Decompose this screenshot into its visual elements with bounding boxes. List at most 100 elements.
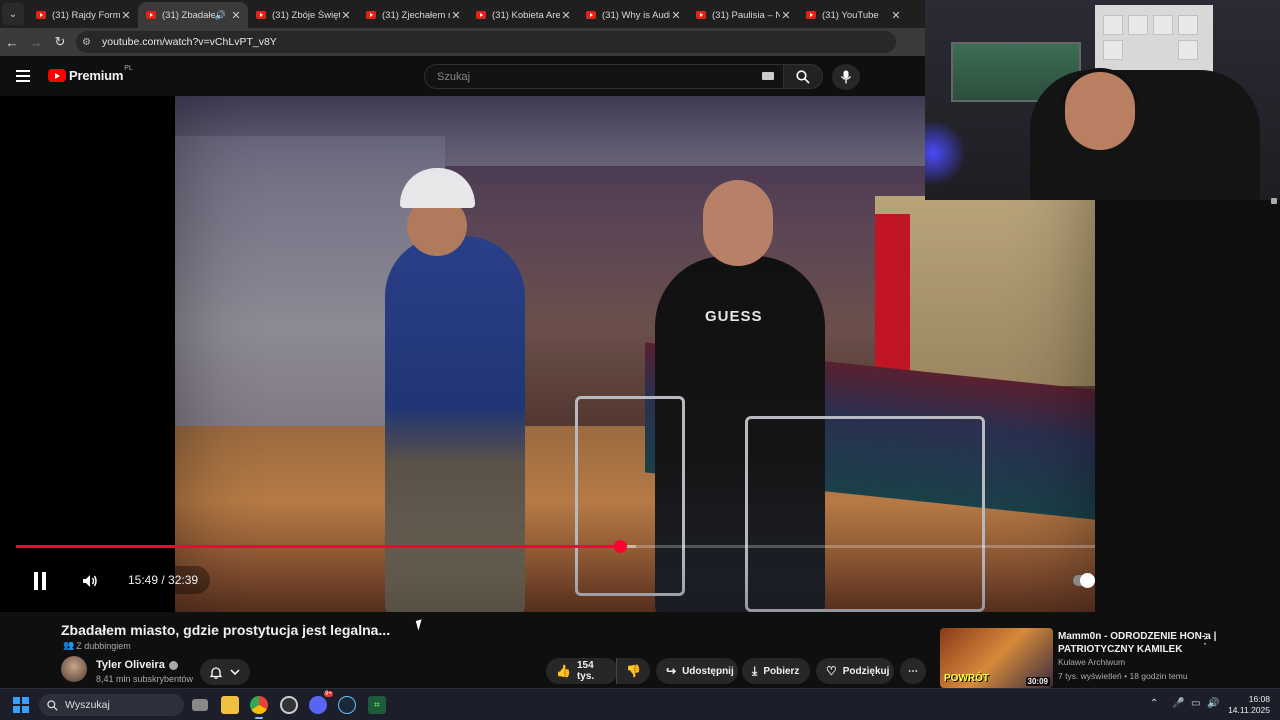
steam-icon[interactable] <box>338 696 356 714</box>
more-horizontal-icon: ⋯ <box>908 665 918 677</box>
youtube-favicon-icon <box>806 11 816 19</box>
like-button[interactable]: 👍 154 tys. <box>546 658 618 684</box>
menu-icon[interactable] <box>16 70 30 82</box>
tab-close-icon[interactable]: ✕ <box>120 9 132 22</box>
reload-icon[interactable]: ↻ <box>48 30 72 54</box>
like-count: 154 tys. <box>576 660 595 682</box>
youtube-favicon-icon <box>696 11 706 19</box>
share-label: Udostępnij <box>682 665 734 677</box>
channel-name[interactable]: Tyler Oliveira <box>96 659 165 671</box>
tray-volume-icon[interactable]: 🔊 <box>1207 698 1219 709</box>
task-view-icon[interactable] <box>192 699 208 711</box>
terminal-icon[interactable]: ⌗ <box>368 696 386 714</box>
discord-badge: 9+ <box>324 691 333 697</box>
download-button[interactable]: ⤓ Pobierz <box>742 658 810 684</box>
forward-icon[interactable]: → <box>24 30 48 54</box>
youtube-favicon-icon <box>366 11 376 19</box>
browser-tab[interactable]: (31) Zjechałem na✕ <box>358 2 468 28</box>
thanks-icon: ♡ <box>826 664 837 678</box>
url-text: youtube.com/watch?v=vChLvPT_v8Y <box>102 36 277 48</box>
channel-name-row[interactable]: Tyler Oliveira <box>96 659 178 671</box>
notifications-button[interactable] <box>200 659 250 685</box>
keyboard-icon[interactable] <box>762 72 774 80</box>
tray-overflow-icon[interactable]: ⌃ <box>1150 698 1158 709</box>
dubbing-label: 👥 Z dubbingiem <box>63 640 131 651</box>
share-button[interactable]: ↪ Udostępnij <box>656 658 738 684</box>
tab-close-icon[interactable]: ✕ <box>230 9 242 22</box>
search-placeholder: Szukaj <box>437 70 471 83</box>
site-info-icon[interactable]: ⚙ <box>82 37 96 48</box>
bell-icon <box>210 666 222 679</box>
progress-bar[interactable] <box>16 540 1264 553</box>
chrome-icon[interactable] <box>250 696 268 719</box>
autoplay-toggle[interactable] <box>1073 573 1095 588</box>
tab-close-icon[interactable]: ✕ <box>670 9 682 22</box>
tab-title: (31) Why is Audi . <box>602 9 670 21</box>
search-input[interactable]: Szukaj <box>424 64 784 89</box>
tab-audio-icon[interactable]: 🔊 <box>215 10 226 21</box>
taskbar-search[interactable]: Wyszukaj <box>39 694 184 716</box>
browser-tab[interactable]: (31) Rajdy Formu ✕ <box>28 2 138 28</box>
browser-tab[interactable]: (31) Zbóje Święto ✕ <box>248 2 358 28</box>
tab-search-menu-icon[interactable]: ⌄ <box>2 3 24 25</box>
back-icon[interactable]: ← <box>0 30 24 54</box>
youtube-favicon-icon <box>256 11 266 19</box>
scrollbar-arrow[interactable] <box>1271 198 1277 204</box>
tab-close-icon[interactable]: ✕ <box>450 9 462 22</box>
more-vertical-icon[interactable]: ⋮ <box>1198 630 1212 647</box>
webcam-shelf-cell <box>1128 15 1148 35</box>
recommended-channel[interactable]: Kulawe Archiwum <box>1058 657 1125 667</box>
more-actions-button[interactable]: ⋯ <box>900 658 926 684</box>
search-icon <box>47 699 58 711</box>
tab-title: (31) YouTube <box>822 9 879 21</box>
windows-start-icon[interactable] <box>13 697 29 713</box>
tab-title: (31) Zbóje Święto <box>272 9 340 21</box>
progress-played <box>16 545 621 548</box>
progress-scrubber-handle[interactable] <box>614 540 628 553</box>
recommended-thumbnail[interactable]: POWRÓT 30:09 <box>940 628 1053 688</box>
tray-microphone-icon[interactable]: 🎤 <box>1172 698 1184 709</box>
share-icon: ↪ <box>666 664 677 678</box>
pause-button[interactable] <box>18 563 62 599</box>
search-button[interactable] <box>783 64 823 89</box>
recommended-duration: 30:09 <box>1025 677 1050 686</box>
volume-button[interactable] <box>72 566 108 596</box>
browser-tab[interactable]: (31) Why is Audi . ✕ <box>578 2 688 28</box>
tab-title: (31) Kobieta Aresz <box>492 9 560 21</box>
tab-close-icon[interactable]: ✕ <box>890 9 902 22</box>
thanks-button[interactable]: ♡ Podziękuj <box>816 658 894 684</box>
taskbar-clock[interactable]: 16:08 14.11.2025 <box>1226 694 1270 716</box>
webcam-shelf-cell <box>1103 40 1123 60</box>
browser-tab[interactable]: (31) Paulisia – Nov✕ <box>688 2 798 28</box>
obs-icon[interactable] <box>280 696 298 714</box>
dislike-button[interactable]: 👎 <box>616 658 650 684</box>
tab-close-icon[interactable]: ✕ <box>780 9 792 22</box>
thumbnail-text: POWRÓT <box>944 673 989 684</box>
browser-tab[interactable]: (31) Kobieta Aresz✕ <box>468 2 578 28</box>
tab-close-icon[interactable]: ✕ <box>340 9 352 22</box>
youtube-favicon-icon <box>146 11 156 19</box>
recommended-meta: 7 tys. wyświetleń • 18 godzin temu <box>1058 671 1188 681</box>
recommended-title[interactable]: Mamm0n - ODRODZENIE HON-a | PATRIOTYCZNY… <box>1058 630 1248 656</box>
tab-close-icon[interactable]: ✕ <box>560 9 572 22</box>
browser-tab[interactable]: (31) YouTube ✕ <box>798 2 908 28</box>
channel-avatar[interactable] <box>61 656 87 682</box>
volume-icon <box>83 575 97 587</box>
thumbs-up-icon: 👍 <box>556 664 571 678</box>
tray-network-icon[interactable]: ▭ <box>1191 698 1200 709</box>
voice-search-button[interactable] <box>832 64 860 90</box>
youtube-logo[interactable]: Premium PL <box>48 65 133 83</box>
youtube-header: Premium PL Szukaj <box>0 56 925 96</box>
time-display: 15:49 / 32:39 <box>116 566 211 594</box>
dubbing-icon: 👥 <box>63 640 75 650</box>
tab-title: (31) Rajdy Formu <box>52 9 120 21</box>
download-label: Pobierz <box>763 665 800 677</box>
webcam-overlay <box>925 0 1280 200</box>
browser-tab[interactable]: (31) Zbadałem🔊 ✕ <box>138 2 248 28</box>
recommended-video[interactable]: POWRÓT 30:09 Mamm0n - ODRODZENIE HON-a |… <box>940 628 1270 688</box>
discord-icon[interactable]: 9+ <box>309 691 333 714</box>
webcam-shelf-cell <box>1153 15 1173 35</box>
address-bar[interactable]: ⚙ youtube.com/watch?v=vChLvPT_v8Y <box>76 31 896 53</box>
video-title: Zbadałem miasto, gdzie prostytucja jest … <box>61 622 391 638</box>
file-explorer-icon[interactable] <box>221 696 239 714</box>
